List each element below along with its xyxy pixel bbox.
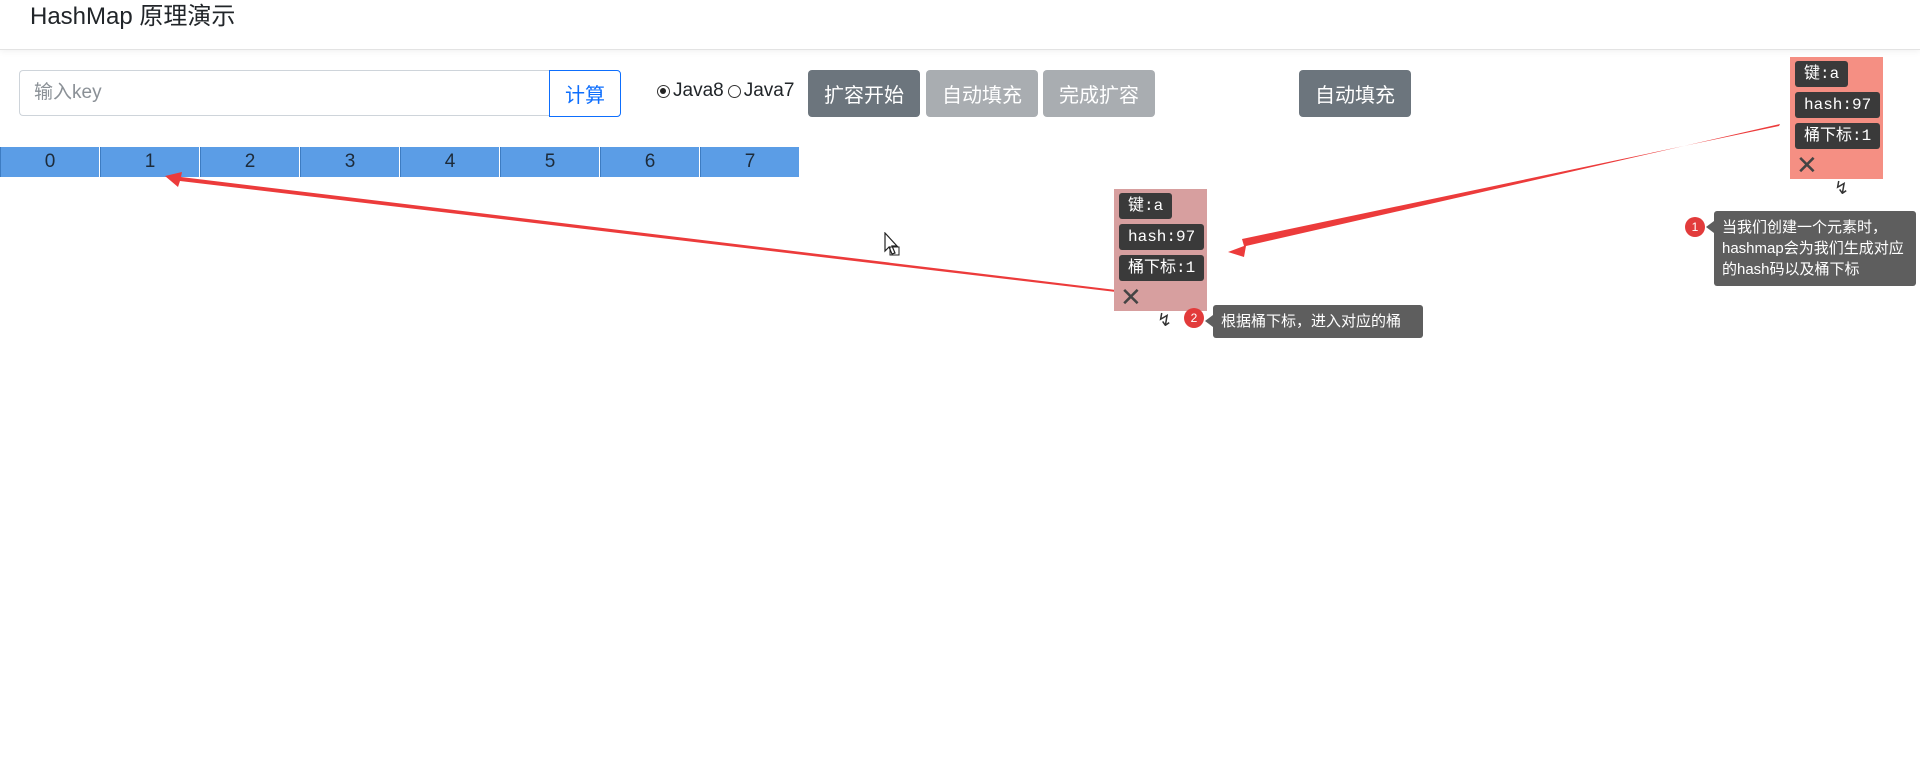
calculate-button[interactable]: 计算 xyxy=(549,70,621,117)
tip-2-tooltip: 根据桶下标，进入对应的桶 xyxy=(1205,305,1423,338)
drag-arrow-icon[interactable]: ↯ xyxy=(1157,310,1172,331)
moving-element-node: 键:a hash:97 桶下标:1 ✕ xyxy=(1114,189,1207,311)
page-title: HashMap 原理演示 xyxy=(30,3,236,30)
bucket-1: 1 xyxy=(100,147,200,177)
arrow-to-bucket-1 xyxy=(165,172,1116,292)
node-hash-label: hash:97 xyxy=(1119,224,1205,250)
tip-badge-2: 2 xyxy=(1184,308,1204,328)
new-element-node: 键:a hash:97 桶下标:1 ✕ xyxy=(1790,57,1883,179)
drag-arrow-icon[interactable]: ↯ xyxy=(1834,178,1849,199)
bucket-0: 0 xyxy=(0,147,100,177)
close-icon[interactable]: ✕ xyxy=(1796,152,1878,178)
java-version-radio-group: Java8 Java7 xyxy=(657,80,798,102)
flow-arrows xyxy=(165,124,1780,292)
bucket-7: 7 xyxy=(700,147,800,177)
node-hash-label: hash:97 xyxy=(1795,92,1881,118)
auto-fill-button-2[interactable]: 自动填充 xyxy=(1299,70,1411,117)
tip-1-tooltip: 当我们创建一个元素时，hashmap会为我们生成对应的hash码以及桶下标 xyxy=(1706,211,1916,286)
node-key-label: 键:a xyxy=(1119,193,1173,219)
finish-expand-button[interactable]: 完成扩容 xyxy=(1043,70,1155,117)
bucket-2: 2 xyxy=(200,147,300,177)
arrow-to-moving-node xyxy=(1228,124,1780,257)
key-input[interactable] xyxy=(19,70,549,116)
bucket-array: 0 1 2 3 4 5 6 7 xyxy=(0,147,800,177)
java7-radio-label[interactable]: Java7 xyxy=(744,80,795,102)
bucket-6: 6 xyxy=(600,147,700,177)
bucket-3: 3 xyxy=(300,147,400,177)
node-index-label: 桶下标:1 xyxy=(1119,255,1205,281)
app-header: HashMap 原理演示 xyxy=(0,0,1920,50)
bucket-5: 5 xyxy=(500,147,600,177)
bucket-4: 4 xyxy=(400,147,500,177)
java8-radio[interactable] xyxy=(657,84,670,98)
auto-fill-button[interactable]: 自动填充 xyxy=(926,70,1038,117)
expand-start-button[interactable]: 扩容开始 xyxy=(808,70,920,117)
close-icon[interactable]: ✕ xyxy=(1120,284,1202,310)
node-key-label: 键:a xyxy=(1795,61,1849,87)
java8-radio-label[interactable]: Java8 xyxy=(673,80,724,102)
tip-badge-1: 1 xyxy=(1685,217,1705,237)
java7-radio[interactable] xyxy=(727,84,741,98)
node-index-label: 桶下标:1 xyxy=(1795,123,1881,149)
mouse-cursor-icon xyxy=(884,231,900,256)
